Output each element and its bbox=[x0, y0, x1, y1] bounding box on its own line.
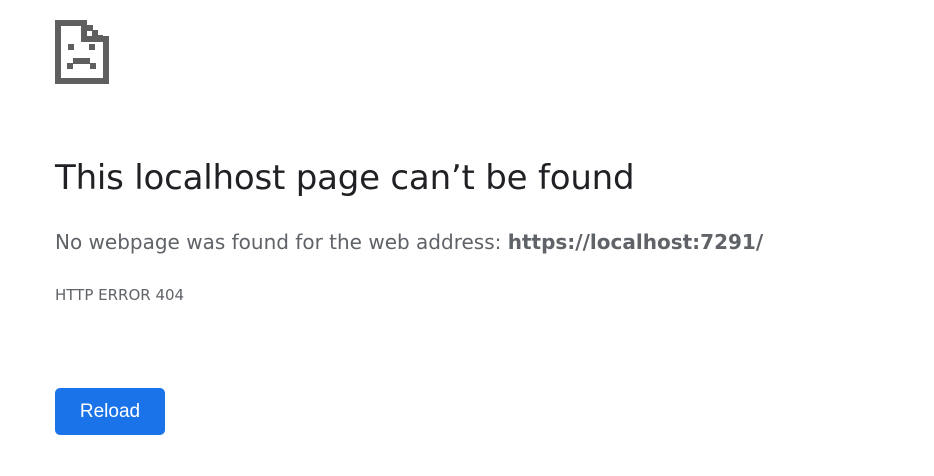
error-message-text: No webpage was found for the web address… bbox=[55, 230, 508, 254]
error-message: No webpage was found for the web address… bbox=[55, 228, 763, 256]
sad-document-icon bbox=[55, 20, 109, 84]
reload-button[interactable]: Reload bbox=[55, 388, 165, 435]
page-title: This localhost page can’t be found bbox=[55, 158, 635, 198]
error-url: https://localhost:7291/ bbox=[507, 230, 764, 254]
error-code: HTTP ERROR 404 bbox=[55, 286, 185, 304]
